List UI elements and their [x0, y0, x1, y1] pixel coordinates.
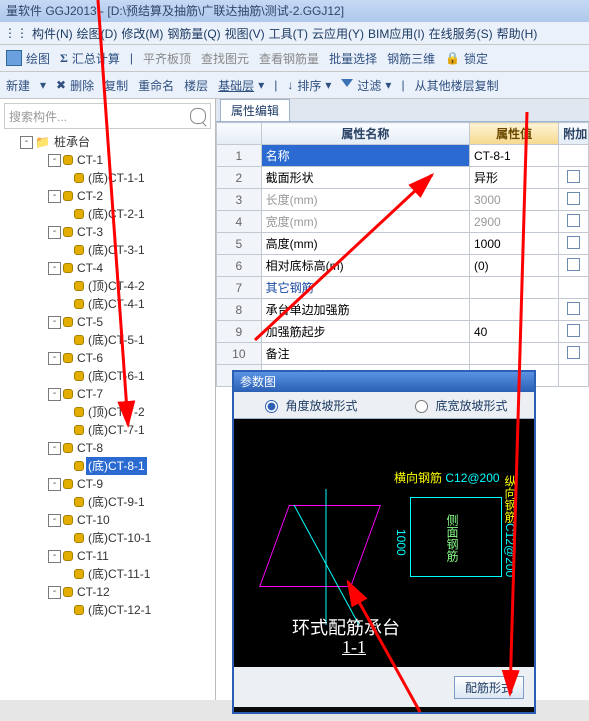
tree-item[interactable]: (底)CT-4-1: [4, 295, 215, 313]
tb-check[interactable]: 查看钢筋量: [259, 50, 319, 67]
checkbox[interactable]: [567, 214, 580, 227]
checkbox[interactable]: [567, 258, 580, 271]
radio-width[interactable]: 底宽放坡形式: [410, 397, 507, 414]
tree-item[interactable]: (底)CT-5-1: [4, 331, 215, 349]
table-row[interactable]: 10 备注: [217, 343, 589, 365]
tree-item[interactable]: (底)CT-8-1: [4, 457, 215, 475]
tree-item[interactable]: (底)CT-9-1: [4, 493, 215, 511]
menu-bar: ⋮⋮ 构件(N) 绘图(D) 修改(M) 钢筋量(Q) 视图(V) 工具(T) …: [0, 22, 589, 45]
table-row[interactable]: 5 高度(mm) 1000: [217, 233, 589, 255]
toolbar-a: 绘图 Σ汇总计算 | 平齐板顶 查找图元 查看钢筋量 批量选择 钢筋三维 🔒锁定: [0, 45, 589, 72]
search-input[interactable]: 搜索构件...: [4, 103, 211, 129]
tb-find[interactable]: 查找图元: [201, 50, 249, 67]
tb-flat[interactable]: 平齐板顶: [143, 50, 191, 67]
tree-group[interactable]: -CT-10: [4, 511, 215, 529]
checkbox[interactable]: [567, 324, 580, 337]
checkbox[interactable]: [567, 302, 580, 315]
menu-bim[interactable]: BIM应用(I): [368, 25, 425, 42]
tb-3d[interactable]: 钢筋三维: [387, 50, 435, 67]
menu-edit[interactable]: 修改(M): [121, 25, 163, 42]
caption-sub: 1-1: [342, 637, 366, 658]
table-row[interactable]: 2 截面形状 异形: [217, 167, 589, 189]
tb-copyfrom[interactable]: 从其他楼层复制: [415, 77, 499, 94]
table-row[interactable]: 8 承台单边加强筋: [217, 299, 589, 321]
tb-copy[interactable]: 复制: [104, 77, 128, 94]
menu-online[interactable]: 在线服务(S): [429, 25, 493, 42]
table-row[interactable]: 1 名称 CT-8-1: [217, 145, 589, 167]
table-row[interactable]: 9 加强筋起步 40: [217, 321, 589, 343]
menu-help[interactable]: 帮助(H): [497, 25, 538, 42]
tb-draw[interactable]: 绘图: [6, 50, 50, 67]
tree-group[interactable]: -CT-11: [4, 547, 215, 565]
tb-del[interactable]: ✖删除: [56, 77, 94, 94]
tree-item[interactable]: (顶)CT-4-2: [4, 277, 215, 295]
checkbox[interactable]: [567, 236, 580, 249]
tree-item[interactable]: (底)CT-1-1: [4, 169, 215, 187]
tree-item[interactable]: (顶)CT-7-2: [4, 403, 215, 421]
tb-sigma[interactable]: Σ汇总计算: [60, 50, 120, 67]
tree-group[interactable]: -CT-2: [4, 187, 215, 205]
checkbox[interactable]: [567, 170, 580, 183]
menu-cloud[interactable]: 云应用(Y): [312, 25, 364, 42]
col-add: 附加: [559, 123, 589, 145]
table-row[interactable]: 4 宽度(mm) 2900: [217, 211, 589, 233]
tree-group[interactable]: -CT-12: [4, 583, 215, 601]
tb-filter[interactable]: 过滤 ▾: [341, 77, 391, 94]
tree-item[interactable]: (底)CT-10-1: [4, 529, 215, 547]
property-grid[interactable]: 属性名称 属性值 附加 1 名称 CT-8-1 2 截面形状 异形 3 长度(m…: [216, 121, 589, 387]
tree-group[interactable]: -CT-7: [4, 385, 215, 403]
table-row[interactable]: 7 其它钢筋: [217, 277, 589, 299]
tb-sort[interactable]: ↓排序 ▾: [287, 77, 331, 94]
table-row[interactable]: 6 相对底标高(m) (0): [217, 255, 589, 277]
component-tree-panel: 搜索构件... -📁 桩承台-CT-1(底)CT-1-1-CT-2(底)CT-2…: [0, 99, 216, 700]
btn-steel-form[interactable]: 配筋形式: [454, 676, 524, 699]
checkbox[interactable]: [567, 346, 580, 359]
tree-group[interactable]: -CT-4: [4, 259, 215, 277]
tree-group[interactable]: -CT-1: [4, 151, 215, 169]
tree-item[interactable]: (底)CT-7-1: [4, 421, 215, 439]
tree-group[interactable]: -CT-5: [4, 313, 215, 331]
tree-item[interactable]: (底)CT-11-1: [4, 565, 215, 583]
menu-steel[interactable]: 钢筋量(Q): [167, 25, 220, 42]
checkbox[interactable]: [567, 192, 580, 205]
menu-file[interactable]: 构件(N): [32, 25, 73, 42]
menu-tool[interactable]: 工具(T): [269, 25, 308, 42]
tb-rename[interactable]: 重命名: [138, 77, 174, 94]
pencil-icon: [6, 50, 22, 66]
component-tree[interactable]: -📁 桩承台-CT-1(底)CT-1-1-CT-2(底)CT-2-1-CT-3(…: [0, 133, 215, 700]
param-dialog[interactable]: 参数图 角度放坡形式 底宽放坡形式 横向钢筋 C12@200 纵向钢筋C12@2…: [232, 370, 536, 714]
tb-lock[interactable]: 🔒锁定: [445, 50, 488, 67]
tb-batch[interactable]: 批量选择: [329, 50, 377, 67]
tree-group[interactable]: -CT-9: [4, 475, 215, 493]
tree-group[interactable]: -CT-6: [4, 349, 215, 367]
tb-new[interactable]: 新建: [6, 77, 30, 94]
menu-view[interactable]: 视图(V): [225, 25, 265, 42]
radio-angle[interactable]: 角度放坡形式: [260, 397, 357, 414]
param-canvas: 横向钢筋 C12@200 纵向钢筋C12@200 侧面钢筋 1000 环式配筋承…: [234, 419, 534, 667]
search-icon: [190, 108, 206, 124]
tree-item[interactable]: (底)CT-3-1: [4, 241, 215, 259]
tree-group[interactable]: -CT-8: [4, 439, 215, 457]
menu-draw[interactable]: 绘图(D): [77, 25, 118, 42]
tree-item[interactable]: (底)CT-2-1: [4, 205, 215, 223]
tb-basefloor[interactable]: 基础层 ▾: [218, 77, 264, 94]
toolbar-b: 新建▾ ✖删除 复制 重命名 楼层 基础层 ▾ | ↓排序 ▾ 过滤 ▾ | 从…: [0, 72, 589, 99]
tree-item[interactable]: (底)CT-6-1: [4, 367, 215, 385]
param-title: 参数图: [234, 372, 534, 392]
tree-item[interactable]: (底)CT-12-1: [4, 601, 215, 619]
tab-bar: 属性编辑: [216, 99, 589, 121]
tree-group[interactable]: -CT-3: [4, 223, 215, 241]
title-bar: 量软件 GGJ2013 - [D:\预结算及抽筋\广联达抽筋\测试-2.GGJ1…: [0, 0, 589, 22]
tb-floor[interactable]: 楼层: [184, 77, 208, 94]
col-value: 属性值: [469, 123, 558, 145]
lock-icon: 🔒: [445, 51, 460, 65]
tab-props[interactable]: 属性编辑: [220, 99, 290, 121]
table-row[interactable]: 3 长度(mm) 3000: [217, 189, 589, 211]
funnel-icon: [341, 79, 353, 91]
col-name: 属性名称: [261, 123, 469, 145]
